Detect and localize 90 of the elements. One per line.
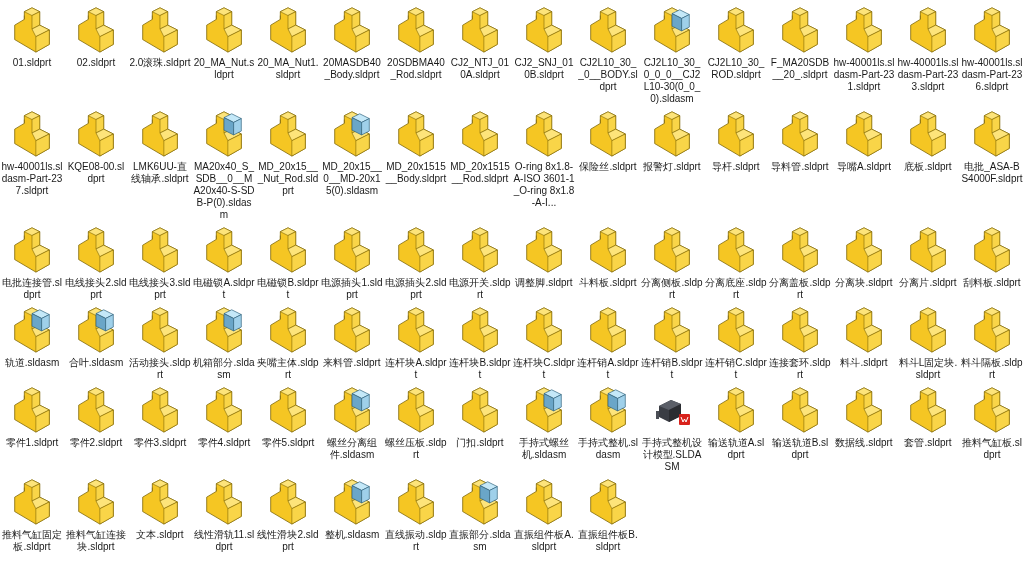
file-item[interactable]: 料斗L固定块.sldprt xyxy=(897,304,959,381)
file-item[interactable]: 01.sldprt xyxy=(1,4,63,69)
file-item[interactable]: 来料管.sldprt xyxy=(321,304,383,369)
file-item[interactable]: 分离侧板.sldprt xyxy=(641,224,703,301)
file-item[interactable]: CJ2L10_30_0_0_0__CJ2L10-30(0_0_0).sldasm xyxy=(641,4,703,105)
file-item[interactable]: 料斗隔板.sldprt xyxy=(961,304,1023,381)
file-item[interactable]: 机箱部分.sldasm xyxy=(193,304,255,381)
file-item[interactable]: 底板.sldprt xyxy=(897,108,959,173)
file-item[interactable]: 线性滑块2.sldprt xyxy=(257,476,319,553)
file-item[interactable]: 零件4.sldprt xyxy=(193,384,255,449)
file-item[interactable]: 2.0滚珠.sldprt xyxy=(129,4,191,69)
file-item[interactable]: 导嘴A.sldprt xyxy=(833,108,895,173)
file-item[interactable]: 刮料板.sldprt xyxy=(961,224,1023,289)
file-item[interactable]: 电线接头3.sldprt xyxy=(129,224,191,301)
file-item[interactable]: 输送轨道A.sldprt xyxy=(705,384,767,461)
file-item[interactable]: 导杆.sldprt xyxy=(705,108,767,173)
file-item[interactable]: 直振组件板B.sldprt xyxy=(577,476,639,553)
file-item[interactable]: 零件2.sldprt xyxy=(65,384,127,449)
file-item[interactable]: 零件1.sldprt xyxy=(1,384,63,449)
file-item[interactable]: 电批_ASA-BS4000F.sldprt xyxy=(961,108,1023,185)
file-item[interactable]: 连杆销C.sldprt xyxy=(705,304,767,381)
file-item[interactable]: 手持式整机设计模型.SLDASM xyxy=(641,384,703,473)
file-item[interactable]: 手持式螺丝机.sldasm xyxy=(513,384,575,461)
file-item[interactable]: 分离盖板.sldprt xyxy=(769,224,831,301)
file-item[interactable]: 分离块.sldprt xyxy=(833,224,895,289)
file-item[interactable]: MD_20x15___Nut_Rod.sldprt xyxy=(257,108,319,197)
file-item[interactable]: 连接套环.sldprt xyxy=(769,304,831,381)
file-item[interactable]: 推料气缸固定板.sldprt xyxy=(1,476,63,553)
file-item[interactable]: 电源插头1.sldprt xyxy=(321,224,383,301)
file-item[interactable]: 螺丝分离组件.sldasm xyxy=(321,384,383,461)
file-item[interactable]: 零件3.sldprt xyxy=(129,384,191,449)
file-item[interactable]: F_MA20SDB__20_.sldprt xyxy=(769,4,831,81)
file-item[interactable]: 活动接头.sldprt xyxy=(129,304,191,381)
file-item[interactable]: 20SDBMA40_Rod.sldprt xyxy=(385,4,447,81)
file-item[interactable]: hw-40001ls.sldasm-Part-231.sldprt xyxy=(833,4,895,93)
file-item[interactable]: 零件5.sldprt xyxy=(257,384,319,449)
file-item[interactable]: hw-40001ls.sldasm-Part-237.sldprt xyxy=(1,108,63,197)
file-item[interactable]: 连杆块A.sldprt xyxy=(385,304,447,381)
file-item[interactable]: 套管.sldprt xyxy=(897,384,959,449)
file-item[interactable]: 直振组件板A.sldprt xyxy=(513,476,575,553)
file-item[interactable]: 调整脚.sldprt xyxy=(513,224,575,289)
file-item[interactable]: 02.sldprt xyxy=(65,4,127,69)
file-item[interactable]: 20_MA_Nut.sldprt xyxy=(193,4,255,81)
file-item[interactable]: 推料气缸连接块.sldprt xyxy=(65,476,127,553)
file-item[interactable]: 电批连接管.sldprt xyxy=(1,224,63,301)
file-item[interactable]: 推料气缸板.sldprt xyxy=(961,384,1023,461)
file-item[interactable]: 整机.sldasm xyxy=(321,476,383,541)
file-item[interactable]: 保险丝.sldprt xyxy=(577,108,639,173)
file-item[interactable]: 文本.sldprt xyxy=(129,476,191,541)
file-item[interactable]: CJ2L10_30__0__BODY.sldprt xyxy=(577,4,639,93)
file-item[interactable]: 报警灯.sldprt xyxy=(641,108,703,173)
file-item[interactable]: 20MASDB40_Body.sldprt xyxy=(321,4,383,81)
file-item[interactable]: 轨道.sldasm xyxy=(1,304,63,369)
file-item[interactable]: hw-40001ls.sldasm-Part-236.sldprt xyxy=(961,4,1023,93)
file-item[interactable]: O-ring 8x1.8-A-ISO 3601-1_O-ring 8x1.8-A-I... xyxy=(513,108,575,209)
file-item[interactable]: 合叶.sldasm xyxy=(65,304,127,369)
file-item[interactable]: hw-40001ls.sldasm-Part-233.sldprt xyxy=(897,4,959,93)
file-item[interactable]: MD_20x15__0__MD-20x15(0).sldasm xyxy=(321,108,383,197)
file-item[interactable]: 连杆块C.sldprt xyxy=(513,304,575,381)
file-item[interactable]: CJ2_NTJ_010A.sldprt xyxy=(449,4,511,81)
file-item[interactable]: 门扣.sldprt xyxy=(449,384,511,449)
file-item[interactable]: 斗料板.sldprt xyxy=(577,224,639,289)
file-item[interactable]: LMK6UU-直线轴承.sldprt xyxy=(129,108,191,185)
file-item[interactable]: CJ2L10_30_ROD.sldprt xyxy=(705,4,767,81)
file-item[interactable]: 电磁锁B.sldprt xyxy=(257,224,319,301)
file-item[interactable]: 输送轨道B.sldprt xyxy=(769,384,831,461)
file-item[interactable]: 线性滑轨11.sldprt xyxy=(193,476,255,553)
file-item[interactable]: MD_20x1515__Body.sldprt xyxy=(385,108,447,185)
file-item[interactable]: 电磁锁A.sldprt xyxy=(193,224,255,301)
file-item[interactable]: MA20x40_S_SDB__0__MA20x40-S-SDB-P(0).sldasm xyxy=(193,108,255,221)
file-item[interactable]: 数据线.sldprt xyxy=(833,384,895,449)
file-item[interactable]: 螺丝压板.sldprt xyxy=(385,384,447,461)
file-item[interactable]: 分离底座.sldprt xyxy=(705,224,767,301)
file-item[interactable]: 料斗.sldprt xyxy=(833,304,895,369)
file-item[interactable]: 连杆销A.sldprt xyxy=(577,304,639,381)
file-item[interactable]: 分离片.sldprt xyxy=(897,224,959,289)
file-item[interactable]: 直振部分.sldasm xyxy=(449,476,511,553)
file-item[interactable]: MD_20x1515__Rod.sldprt xyxy=(449,108,511,185)
file-item[interactable]: 夹嘴主体.sldprt xyxy=(257,304,319,381)
file-item[interactable]: 电源插头2.sldprt xyxy=(385,224,447,301)
file-item[interactable]: 导料管.sldprt xyxy=(769,108,831,173)
file-item[interactable]: CJ2_SNJ_010B.sldprt xyxy=(513,4,575,81)
file-item[interactable]: 手持式整机.sldasm xyxy=(577,384,639,461)
file-item[interactable]: 直线振动.sldprt xyxy=(385,476,447,553)
file-item[interactable]: 连杆块B.sldprt xyxy=(449,304,511,381)
file-item[interactable]: 电线接头2.sldprt xyxy=(65,224,127,301)
file-item[interactable]: 电源开关.sldprt xyxy=(449,224,511,301)
file-item[interactable]: 连杆销B.sldprt xyxy=(641,304,703,381)
file-item[interactable]: KQE08-00.sldprt xyxy=(65,108,127,185)
file-item[interactable]: 20_MA_Nut1.sldprt xyxy=(257,4,319,81)
